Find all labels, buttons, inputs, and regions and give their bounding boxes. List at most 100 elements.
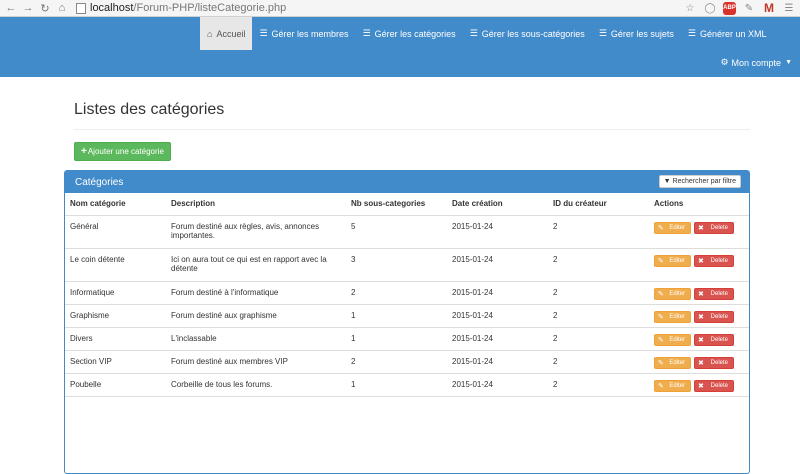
cell-actions: ✎ Editer ✖ Delete <box>649 373 749 397</box>
pencil-icon: ✎ <box>658 257 664 265</box>
row-actions: ✎ Editer ✖ Delete <box>654 333 744 346</box>
cell-name: Graphisme <box>65 304 166 328</box>
cell-name: Divers <box>65 327 166 351</box>
edit-label: Editer <box>669 224 685 231</box>
delete-button[interactable]: ✖ Delete <box>694 221 734 234</box>
edit-button[interactable]: ✎ Editer <box>654 254 691 267</box>
nav-item-2[interactable]: ☰ Gérer les catégories <box>356 17 463 50</box>
nav-item-label: Gérer les sujets <box>610 28 674 39</box>
nav-item-3[interactable]: ☰ Gérer les sous-catégories <box>463 17 592 50</box>
cell-nb: 1 <box>346 327 447 351</box>
cell-name: Poubelle <box>65 373 166 397</box>
table-header-row: Nom catégorie Description Nb sous-catego… <box>65 193 749 216</box>
gmail-icon[interactable]: M <box>762 1 776 15</box>
cell-desc: Forum destiné aux règles, avis, annonces… <box>166 215 346 249</box>
nav-item-1[interactable]: ☰ Gérer les membres <box>252 17 355 50</box>
edit-button[interactable]: ✎ Editer <box>654 221 691 234</box>
delete-button[interactable]: ✖ Delete <box>694 254 734 267</box>
delete-label: Delete <box>710 336 728 343</box>
adblock-icon[interactable]: ABP <box>723 1 736 15</box>
forward-icon[interactable]: → <box>21 2 35 14</box>
cell-date: 2015-01-24 <box>447 373 548 397</box>
table-row: Le coin détente Ici on aura tout ce qui e… <box>65 248 749 282</box>
gear-icon: ⚙ <box>720 57 729 67</box>
add-category-label: Ajouter une catégorie <box>87 147 164 156</box>
delete-button[interactable]: ✖ Delete <box>694 333 734 346</box>
column-header: Description <box>166 193 346 216</box>
column-header: Nom catégorie <box>65 193 166 216</box>
bookmark-star-icon[interactable]: ☆ <box>683 1 697 15</box>
pen-icon[interactable]: ✎ <box>742 1 756 15</box>
pencil-icon: ✎ <box>658 359 664 367</box>
list-icon: ☰ <box>259 28 268 38</box>
edit-button[interactable]: ✎ Editer <box>654 287 691 300</box>
column-header: Nb sous-categories <box>346 193 447 216</box>
panel-title: Catégories <box>75 176 124 188</box>
edit-button[interactable]: ✎ Editer <box>654 356 691 369</box>
address-bar[interactable]: localhost/Forum-PHP/listeCategorie.php <box>76 1 677 16</box>
cell-creator: 2 <box>548 281 649 305</box>
delete-label: Delete <box>710 224 728 231</box>
close-icon: ✖ <box>698 313 704 321</box>
row-actions: ✎ Editer ✖ Delete <box>654 221 744 234</box>
menu-icon[interactable]: ☰ <box>782 1 796 15</box>
cell-creator: 2 <box>548 373 649 397</box>
edit-button[interactable]: ✎ Editer <box>654 310 691 323</box>
nav-item-label: Gérer les membres <box>271 28 349 39</box>
cell-actions: ✎ Editer ✖ Delete <box>649 350 749 374</box>
delete-label: Delete <box>710 257 728 264</box>
cell-creator: 2 <box>548 304 649 328</box>
reload-icon[interactable]: ↻ <box>38 2 52 15</box>
add-category-button[interactable]: + Ajouter une catégorie <box>74 142 171 161</box>
account-menu[interactable]: ⚙ Mon compte ▼ <box>720 57 792 68</box>
cell-actions: ✎ Editer ✖ Delete <box>649 281 749 305</box>
pencil-icon: ✎ <box>658 382 664 390</box>
top-navbar: ⌂ Accueil ☰ Gérer les membres ☰ Gérer les cat… <box>0 17 800 77</box>
edit-label: Editer <box>669 382 685 389</box>
nav-item-5[interactable]: ☰ Générer un XML <box>681 17 774 50</box>
close-icon: ✖ <box>698 382 704 390</box>
cell-name: Section VIP <box>65 350 166 374</box>
delete-label: Delete <box>710 382 728 389</box>
cell-creator: 2 <box>548 327 649 351</box>
edit-label: Editer <box>669 290 685 297</box>
edit-button[interactable]: ✎ Editer <box>654 333 691 346</box>
delete-button[interactable]: ✖ Delete <box>694 287 734 300</box>
edit-label: Editer <box>669 359 685 366</box>
delete-button[interactable]: ✖ Delete <box>694 310 734 323</box>
table-row: Poubelle Corbeille de tous les forums. 1 20… <box>65 373 749 397</box>
delete-button[interactable]: ✖ Delete <box>694 356 734 369</box>
cell-actions: ✎ Editer ✖ Delete <box>649 215 749 249</box>
cell-desc: Ici on aura tout ce qui est en rapport a… <box>166 248 346 282</box>
cell-nb: 2 <box>346 350 447 374</box>
row-actions: ✎ Editer ✖ Delete <box>654 356 744 369</box>
delete-label: Delete <box>710 290 728 297</box>
table-row: Divers L'inclassable 1 2015-01-24 2 ✎ Editer ✖ D… <box>65 327 749 351</box>
column-header: ID du créateur <box>548 193 649 216</box>
edit-label: Editer <box>669 313 685 320</box>
close-icon: ✖ <box>698 290 704 298</box>
pencil-icon: ✎ <box>658 313 664 321</box>
cell-date: 2015-01-24 <box>447 281 548 305</box>
back-icon[interactable]: ← <box>4 2 18 14</box>
delete-button[interactable]: ✖ Delete <box>694 379 734 392</box>
home-browser-icon[interactable]: ⌂ <box>55 2 69 14</box>
edit-button[interactable]: ✎ Editer <box>654 379 691 392</box>
nav-item-0[interactable]: ⌂ Accueil <box>200 17 253 50</box>
cell-date: 2015-01-24 <box>447 350 548 374</box>
url-host: localhost <box>90 2 134 14</box>
filter-button[interactable]: ▼ Rechercher par filtre <box>658 175 741 188</box>
close-icon: ✖ <box>698 336 704 344</box>
cell-name: Informatique <box>65 281 166 305</box>
edit-label: Editer <box>669 257 685 264</box>
categories-table: Nom catégorie Description Nb sous-catego… <box>65 193 749 397</box>
filter-icon: ▼ <box>663 178 671 185</box>
edit-label: Editer <box>669 336 685 343</box>
cell-desc: Forum destiné aux graphisme <box>166 304 346 328</box>
column-header: Date création <box>447 193 548 216</box>
nav-item-4[interactable]: ☰ Gérer les sujets <box>592 17 681 50</box>
extension-icon[interactable]: ◯ <box>703 1 717 15</box>
caret-down-icon: ▼ <box>785 59 792 66</box>
nav-item-label: Gérer les catégories <box>374 28 456 39</box>
cell-creator: 2 <box>548 248 649 282</box>
